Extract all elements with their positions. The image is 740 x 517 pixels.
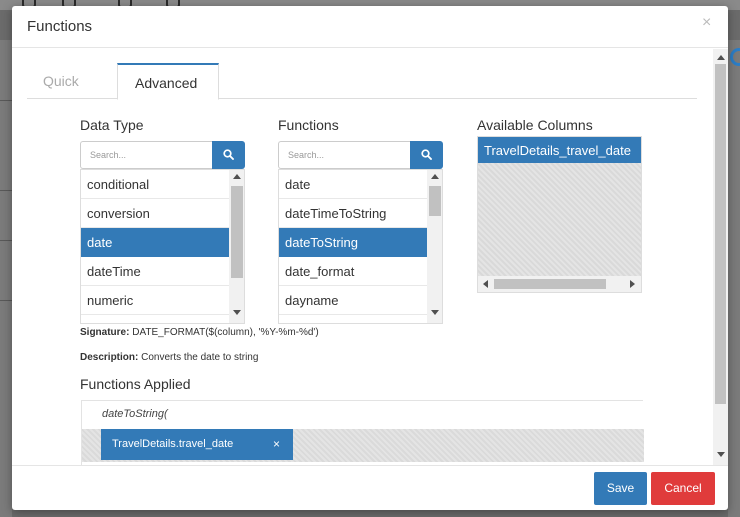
applied-column-tag: TravelDetails.travel_date × bbox=[101, 429, 293, 460]
cancel-button[interactable]: Cancel bbox=[651, 472, 715, 505]
available-columns-list[interactable]: TravelDetails_travel_date bbox=[477, 136, 642, 293]
scroll-up-icon[interactable] bbox=[233, 174, 241, 179]
modal-header: Functions × bbox=[12, 6, 728, 48]
list-item-datetime[interactable]: dateTime bbox=[81, 257, 229, 286]
scroll-thumb[interactable] bbox=[429, 186, 441, 216]
modal-body: Quick Advanced Data Type conditional con… bbox=[12, 49, 728, 465]
list-item-datetostring[interactable]: dateToString bbox=[279, 228, 427, 257]
functions-title: Functions bbox=[278, 117, 339, 133]
background-left-panel bbox=[0, 40, 12, 517]
signature-value: DATE_FORMAT($(column), '%Y-%m-%d') bbox=[132, 327, 319, 338]
functions-search-button[interactable] bbox=[410, 141, 443, 169]
search-icon bbox=[223, 149, 234, 160]
list-item-dayname[interactable]: dayname bbox=[279, 286, 427, 315]
functions-applied-box: dateToString( TravelDetails.travel_date … bbox=[81, 400, 644, 465]
tab-bar: Quick Advanced bbox=[27, 63, 697, 100]
list-item-date-format[interactable]: date_format bbox=[279, 257, 427, 286]
remove-tag-icon[interactable]: × bbox=[273, 437, 280, 451]
functions-list[interactable]: date dateTimeToString dateToString date_… bbox=[278, 169, 443, 324]
tab-quick[interactable]: Quick bbox=[27, 63, 95, 99]
functions-search-input[interactable] bbox=[278, 141, 410, 169]
data-type-title: Data Type bbox=[80, 117, 144, 133]
scroll-thumb[interactable] bbox=[494, 279, 606, 289]
functions-scrollbar[interactable] bbox=[427, 170, 442, 323]
functions-search bbox=[278, 141, 443, 169]
search-icon bbox=[421, 149, 432, 160]
scroll-left-icon[interactable] bbox=[483, 280, 488, 288]
signature-line: Signature: DATE_FORMAT($(column), '%Y-%m… bbox=[80, 327, 319, 338]
data-type-search bbox=[80, 141, 245, 169]
data-type-search-button[interactable] bbox=[212, 141, 245, 169]
applied-argument-row[interactable]: TravelDetails.travel_date × bbox=[82, 429, 644, 462]
scroll-up-icon[interactable] bbox=[717, 55, 725, 60]
modal-footer: Save Cancel bbox=[12, 465, 728, 510]
column-item[interactable]: TravelDetails_travel_date bbox=[478, 137, 641, 163]
description-line: Description: Converts the date to string bbox=[80, 352, 258, 363]
applied-column-tag-label: TravelDetails.travel_date bbox=[112, 438, 234, 450]
signature-label: Signature: bbox=[80, 327, 130, 338]
scroll-down-icon[interactable] bbox=[717, 452, 725, 457]
data-type-list[interactable]: conditional conversion date dateTime num… bbox=[80, 169, 245, 324]
scroll-up-icon[interactable] bbox=[431, 174, 439, 179]
list-item-conversion[interactable]: conversion bbox=[81, 199, 229, 228]
applied-function-text: dateToString( bbox=[102, 408, 168, 420]
save-button[interactable]: Save bbox=[594, 472, 647, 505]
tab-advanced[interactable]: Advanced bbox=[117, 63, 219, 100]
modal-title: Functions bbox=[27, 18, 93, 35]
scroll-thumb[interactable] bbox=[231, 186, 243, 278]
description-value: Converts the date to string bbox=[141, 352, 259, 363]
functions-applied-title: Functions Applied bbox=[80, 376, 191, 392]
list-item-numeric[interactable]: numeric bbox=[81, 286, 229, 315]
list-item-date[interactable]: date bbox=[279, 170, 427, 199]
list-item-conditional[interactable]: conditional bbox=[81, 170, 229, 199]
available-columns-title: Available Columns bbox=[477, 117, 593, 133]
close-icon[interactable]: × bbox=[702, 14, 711, 32]
background-right-panel bbox=[728, 40, 740, 517]
description-label: Description: bbox=[80, 352, 139, 363]
scroll-right-icon[interactable] bbox=[630, 280, 635, 288]
list-item-date[interactable]: date bbox=[81, 228, 229, 257]
scroll-down-icon[interactable] bbox=[233, 310, 241, 315]
functions-modal: Functions × Quick Advanced Data Type con… bbox=[12, 6, 728, 510]
scroll-down-icon[interactable] bbox=[431, 310, 439, 315]
available-columns-scrollbar[interactable] bbox=[478, 276, 641, 292]
list-item-datetimetostring[interactable]: dateTimeToString bbox=[279, 199, 427, 228]
modal-scrollbar[interactable] bbox=[713, 49, 728, 465]
scroll-thumb[interactable] bbox=[715, 64, 726, 404]
data-type-search-input[interactable] bbox=[80, 141, 212, 169]
data-type-scrollbar[interactable] bbox=[229, 170, 244, 323]
